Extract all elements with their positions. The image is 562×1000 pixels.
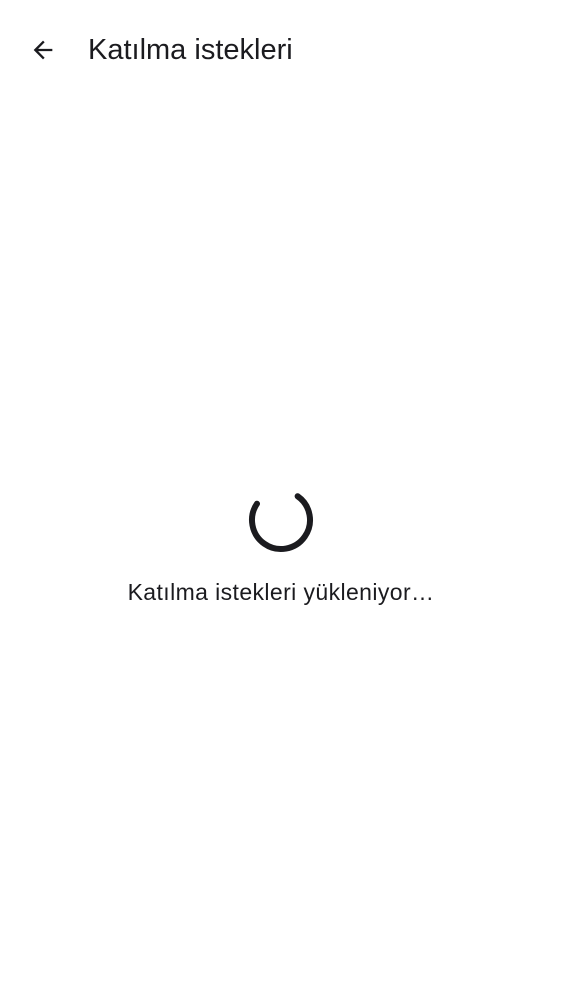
top-app-bar: Katılma istekleri	[0, 0, 562, 100]
back-button[interactable]	[20, 27, 66, 73]
arrow-back-icon	[33, 40, 53, 60]
loading-state: Katılma istekleri yükleniyor…	[0, 487, 562, 607]
loading-message: Katılma istekleri yükleniyor…	[127, 579, 435, 605]
page-title: Katılma istekleri	[88, 34, 293, 66]
progress-spinner-icon	[249, 488, 313, 552]
